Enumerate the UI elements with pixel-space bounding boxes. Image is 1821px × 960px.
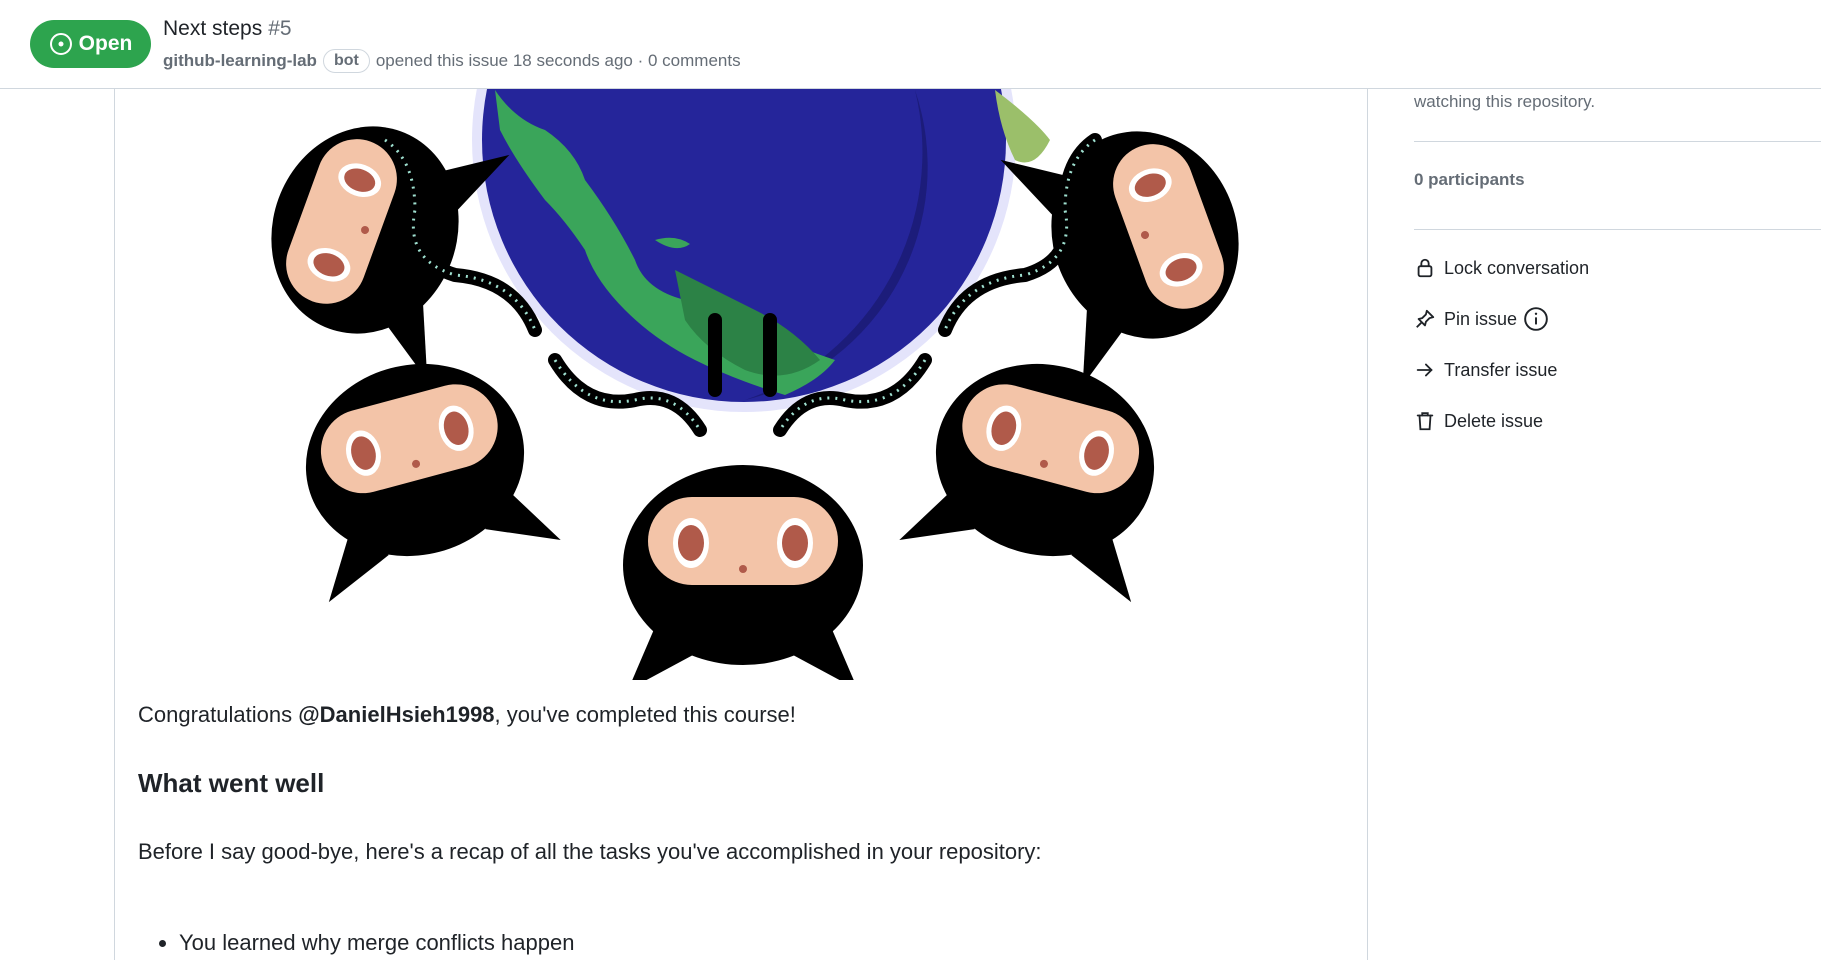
- lock-conversation-label: Lock conversation: [1444, 257, 1590, 278]
- list-item: You learned why merge conflicts happen: [179, 930, 574, 956]
- arrow-right-icon: [1416, 363, 1433, 377]
- congratulations-text: Congratulations @DanielHsieh1998, you've…: [138, 702, 796, 728]
- sidebar-divider: [1414, 141, 1821, 142]
- trash-icon: [1416, 412, 1434, 431]
- section-heading: What went well: [138, 768, 325, 798]
- task-list: You learned why merge conflicts happen: [138, 930, 574, 956]
- pin-icon: [1416, 309, 1435, 328]
- sticky-issue-header: Open Next steps #5 github-learning-lab bo…: [0, 0, 1821, 89]
- lock-icon: [1417, 258, 1433, 278]
- issue-state-label: Open: [78, 32, 133, 55]
- issue-meta-text: opened this issue 18 seconds ago · 0 com…: [375, 51, 741, 70]
- transfer-issue-label: Transfer issue: [1444, 359, 1558, 380]
- bot-label: bot: [322, 49, 370, 73]
- issue-opened-icon: [49, 33, 72, 55]
- issue-comment-body: Congratulations @DanielHsieh1998, you've…: [114, 60, 1368, 960]
- delete-issue-button[interactable]: Delete issue: [1414, 407, 1543, 435]
- pin-issue-label: Pin issue: [1444, 308, 1518, 329]
- watching-text: watching this repository.: [1414, 92, 1596, 111]
- delete-issue-label: Delete issue: [1444, 410, 1544, 431]
- lock-conversation-button[interactable]: Lock conversation: [1414, 254, 1589, 282]
- sidebar-divider: [1414, 229, 1821, 230]
- issue-title: Next steps #5: [163, 17, 292, 41]
- octocat-globe-image: [271, 60, 1239, 680]
- participants-count: 0 participants: [1414, 170, 1525, 189]
- transfer-issue-button[interactable]: Transfer issue: [1414, 356, 1557, 384]
- user-mention-link[interactable]: @DanielHsieh1998: [298, 702, 494, 727]
- author-link[interactable]: github-learning-lab: [163, 51, 317, 71]
- congrats-suffix: , you've completed this course!: [494, 702, 796, 727]
- issue-state-badge: Open: [30, 20, 151, 68]
- pin-issue-button[interactable]: Pin issue: [1414, 305, 1549, 333]
- issue-meta: github-learning-lab bot opened this issu…: [163, 47, 741, 75]
- issue-number: #5: [268, 17, 292, 40]
- recap-text: Before I say good-bye, here's a recap of…: [138, 839, 1042, 864]
- issue-title-text: Next steps: [163, 17, 263, 40]
- congrats-prefix: Congratulations: [138, 702, 299, 727]
- info-icon[interactable]: [1523, 306, 1549, 332]
